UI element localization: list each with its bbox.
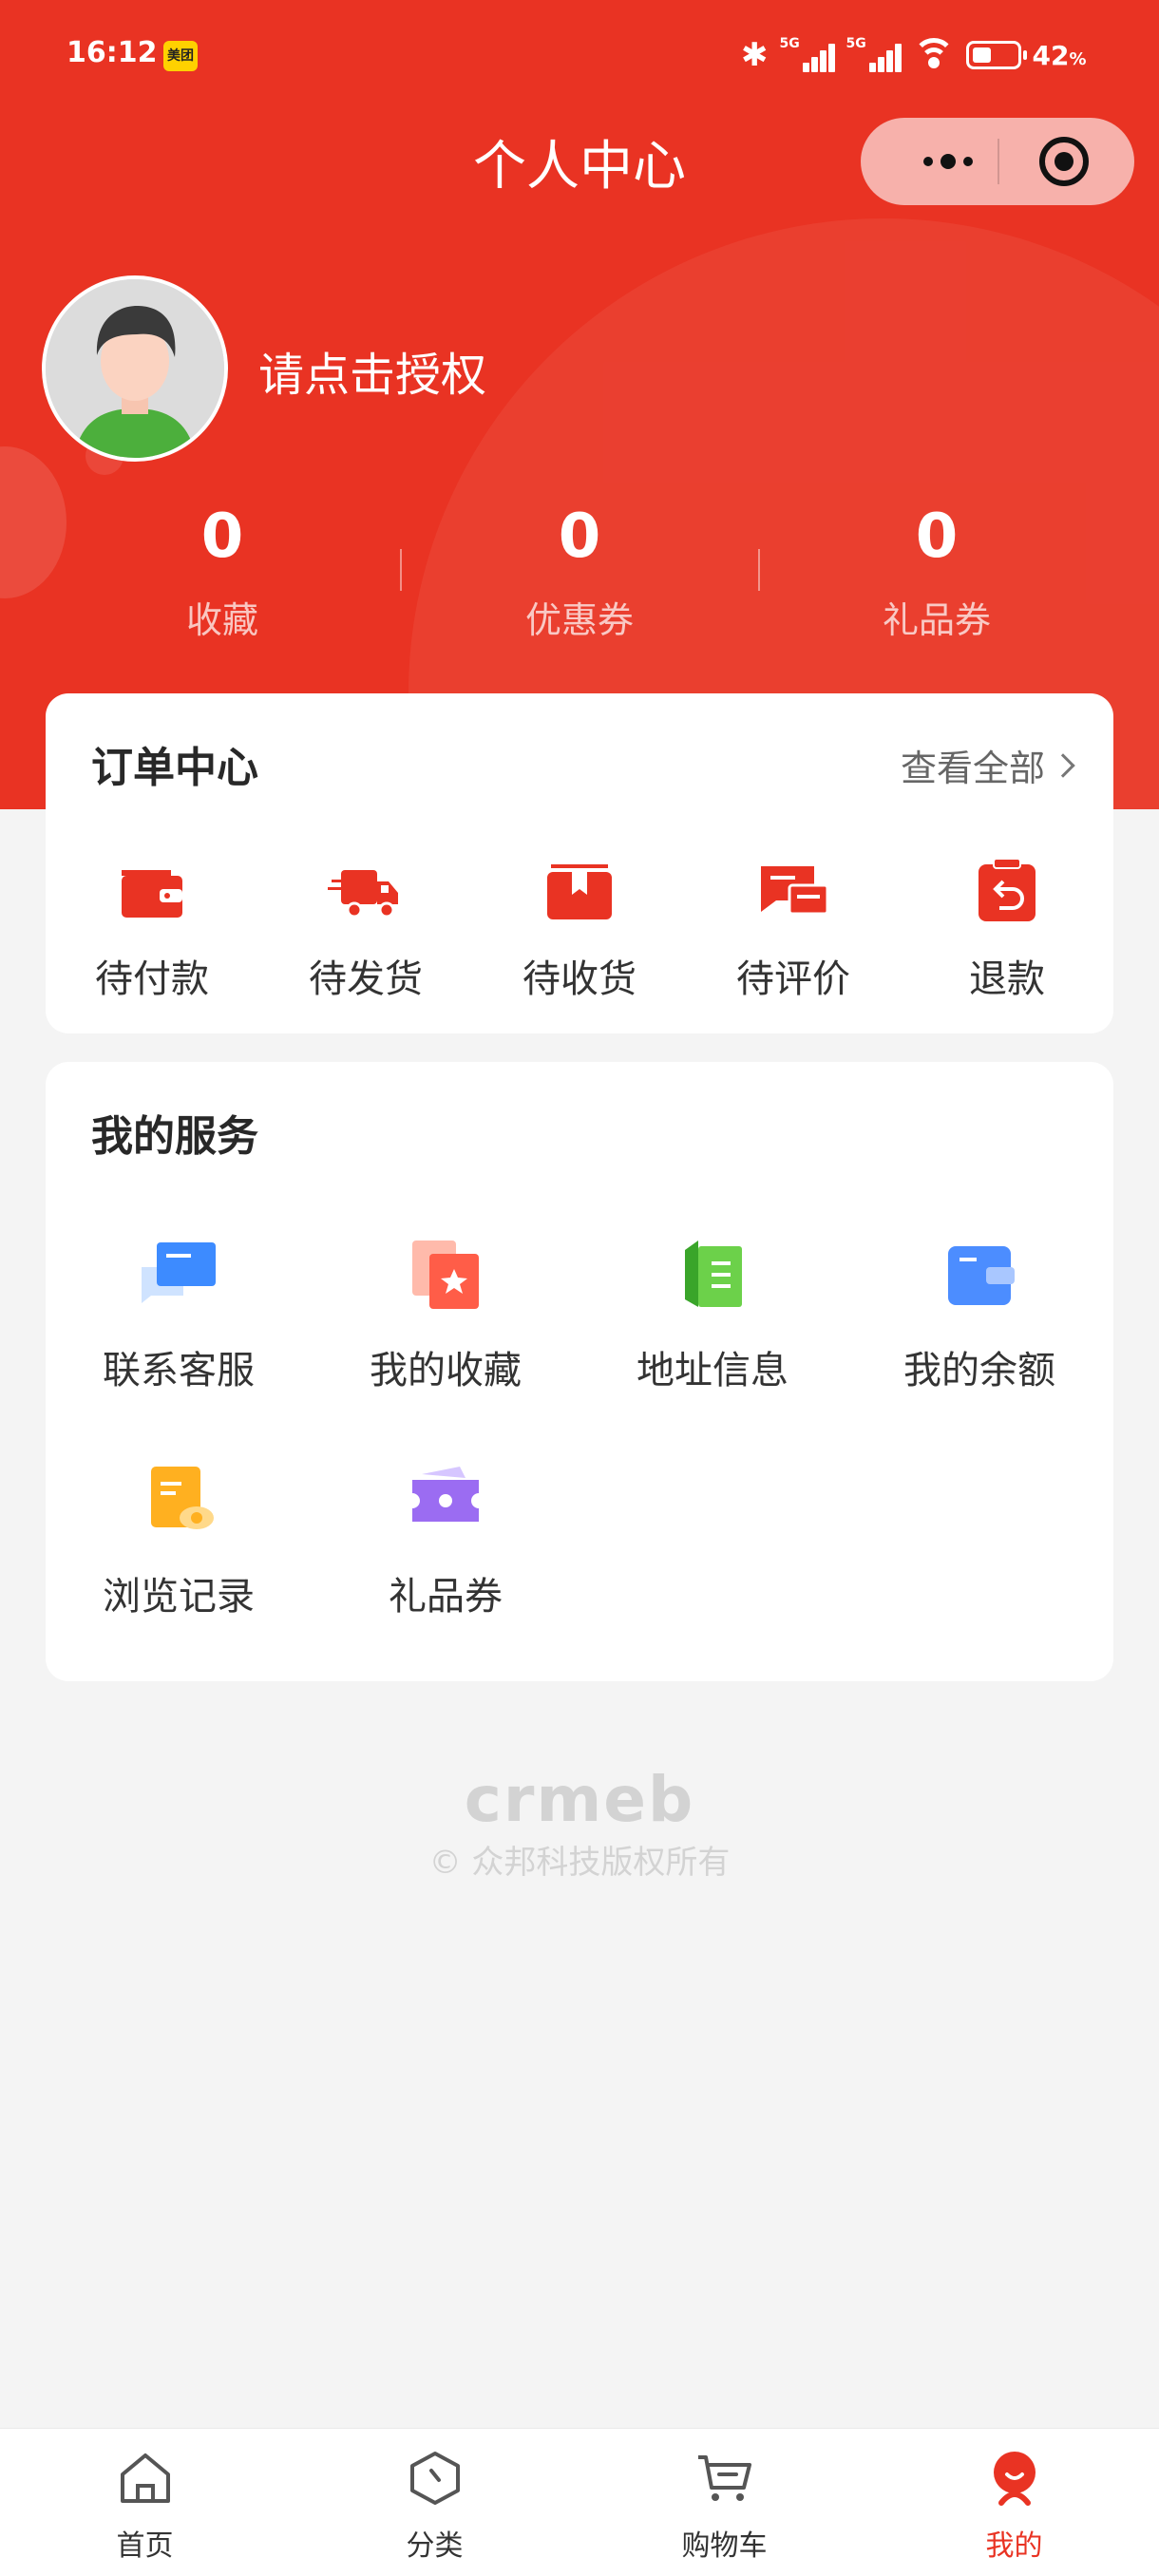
bluetooth-icon: ✱ bbox=[741, 36, 769, 74]
tab-label: 购物车 bbox=[681, 2529, 768, 2563]
signal-icon: 5G bbox=[846, 36, 902, 74]
tab-home[interactable]: 首页 bbox=[0, 2429, 290, 2576]
avatar[interactable] bbox=[42, 275, 228, 462]
battery-fill bbox=[972, 47, 991, 63]
order-label: 待收货 bbox=[522, 957, 636, 1001]
battery-icon bbox=[965, 41, 1027, 69]
copyright-text: © 众邦科技版权所有 bbox=[428, 1844, 731, 1882]
service-gift-voucher[interactable]: 礼品券 bbox=[313, 1459, 579, 1620]
service-label: 浏览记录 bbox=[103, 1575, 255, 1619]
order-label: 退款 bbox=[969, 957, 1045, 1001]
battery-unit: % bbox=[1069, 48, 1087, 69]
wifi-icon bbox=[912, 36, 955, 74]
authorize-prompt[interactable]: 请点击授权 bbox=[258, 337, 486, 404]
tab-label: 分类 bbox=[406, 2529, 464, 2563]
category-icon bbox=[409, 2452, 460, 2505]
service-label: 礼品券 bbox=[389, 1575, 503, 1619]
order-pending-receipt[interactable]: 待收货 bbox=[484, 853, 674, 1003]
capsule-divider bbox=[998, 139, 999, 184]
status-time: 16:12 bbox=[66, 36, 158, 69]
network-label: 5G bbox=[779, 36, 800, 51]
battery-value: 42 bbox=[1032, 39, 1070, 71]
order-label: 待付款 bbox=[95, 957, 209, 1001]
chevron-right-icon bbox=[1051, 752, 1075, 778]
service-my-favorites[interactable]: 我的收藏 bbox=[313, 1233, 579, 1394]
tab-label: 首页 bbox=[116, 2529, 174, 2563]
profile-icon bbox=[993, 2452, 1036, 2506]
box-icon bbox=[547, 864, 612, 919]
order-refund[interactable]: 退款 bbox=[912, 853, 1102, 1003]
refund-icon bbox=[978, 858, 1036, 921]
order-label: 待发货 bbox=[309, 957, 423, 1001]
comment-icon bbox=[761, 866, 829, 916]
chat-icon bbox=[142, 1242, 216, 1303]
service-customer-support[interactable]: 联系客服 bbox=[46, 1233, 312, 1394]
home-icon bbox=[120, 2453, 170, 2503]
service-label: 我的余额 bbox=[903, 1349, 1055, 1392]
network-label: 5G bbox=[846, 36, 866, 51]
order-pending-shipment[interactable]: 待发货 bbox=[271, 853, 461, 1003]
stat-label: 礼品券 bbox=[882, 599, 991, 641]
service-label: 联系客服 bbox=[103, 1349, 255, 1392]
brand-footer: crmeb © 众邦科技版权所有 bbox=[0, 1763, 1159, 1883]
tab-label: 我的 bbox=[985, 2529, 1043, 2563]
tab-cart[interactable]: 购物车 bbox=[580, 2429, 869, 2576]
order-pending-payment[interactable]: 待付款 bbox=[57, 853, 247, 1003]
more-options-icon[interactable] bbox=[899, 118, 998, 205]
stat-divider bbox=[400, 549, 402, 591]
stat-value: 0 bbox=[200, 502, 244, 572]
order-pending-review[interactable]: 待评价 bbox=[698, 853, 888, 1003]
view-all-orders-link[interactable]: 查看全部 bbox=[900, 739, 1075, 791]
mini-program-capsule bbox=[861, 118, 1134, 205]
user-stats: 0 收藏 0 优惠券 0 礼品券 bbox=[0, 494, 1159, 655]
wallet-icon bbox=[122, 870, 182, 918]
bottom-tab-bar: 首页 分类 购物车 我的 bbox=[0, 2428, 1159, 2576]
stat-divider bbox=[758, 549, 760, 591]
ticket-icon bbox=[412, 1467, 479, 1522]
stat-coupons[interactable]: 0 优惠券 bbox=[437, 494, 722, 643]
view-all-label: 查看全部 bbox=[900, 748, 1045, 789]
service-label: 地址信息 bbox=[636, 1349, 788, 1392]
stat-value: 0 bbox=[558, 502, 601, 572]
service-address[interactable]: 地址信息 bbox=[580, 1233, 846, 1394]
service-my-balance[interactable]: 我的余额 bbox=[846, 1233, 1112, 1394]
close-target-icon[interactable] bbox=[1039, 137, 1089, 186]
history-icon bbox=[151, 1467, 214, 1529]
status-icons: ✱ 5G 5G 42% bbox=[741, 32, 1087, 78]
crmeb-logo: crmeb bbox=[464, 1763, 695, 1836]
stat-gift-vouchers[interactable]: 0 礼品券 bbox=[794, 494, 1079, 643]
my-services-card: 我的服务 联系客服 我的收藏 地址信息 我的余额 浏览记录 礼品券 bbox=[46, 1062, 1113, 1681]
services-title: 我的服务 bbox=[91, 1112, 258, 1161]
meituan-badge-icon: 美团 bbox=[163, 41, 198, 71]
stat-label: 优惠券 bbox=[524, 599, 634, 641]
avatar-person-icon bbox=[46, 279, 224, 458]
stat-value: 0 bbox=[915, 502, 959, 572]
tab-category[interactable]: 分类 bbox=[290, 2429, 580, 2576]
star-icon bbox=[412, 1241, 479, 1309]
stat-favorites[interactable]: 0 收藏 bbox=[80, 494, 365, 643]
service-label: 我的收藏 bbox=[370, 1349, 522, 1392]
service-browse-history[interactable]: 浏览记录 bbox=[46, 1459, 312, 1620]
order-center-title: 订单中心 bbox=[91, 744, 258, 792]
wallet-icon bbox=[948, 1246, 1015, 1305]
stat-label: 收藏 bbox=[185, 599, 258, 641]
battery-percent: 42% bbox=[1033, 40, 1087, 71]
truck-icon bbox=[328, 870, 398, 919]
order-label: 待评价 bbox=[736, 957, 850, 1001]
status-bar: 16:12 美团 ✱ 5G 5G 42% bbox=[0, 0, 1159, 114]
signal-icon: 5G bbox=[780, 36, 835, 74]
cart-icon bbox=[697, 2455, 751, 2501]
order-center-card: 订单中心 查看全部 待付款 待发货 待收货 待评价 退款 bbox=[46, 693, 1113, 1033]
tab-profile[interactable]: 我的 bbox=[869, 2429, 1159, 2576]
address-book-icon bbox=[685, 1241, 742, 1307]
